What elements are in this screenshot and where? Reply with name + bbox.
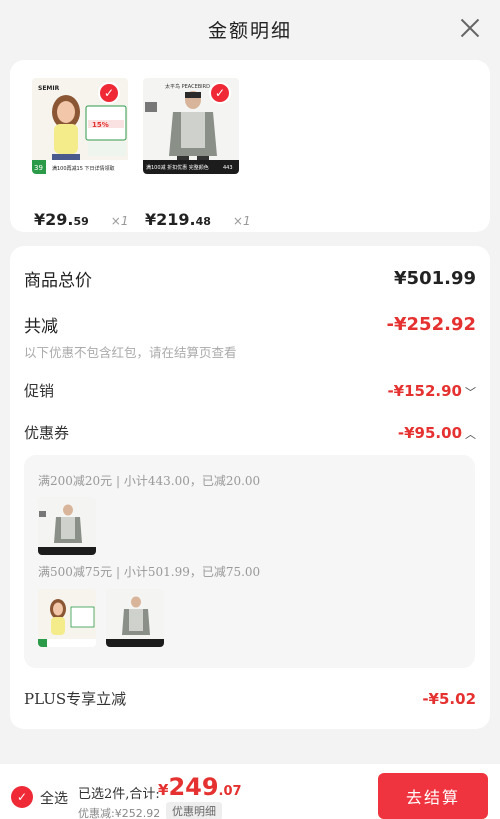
svg-text:39: 39: [34, 164, 43, 172]
total-label: 商品总价: [24, 271, 92, 291]
product-price: ¥219.48: [145, 210, 211, 229]
product-checkbox[interactable]: ✓: [98, 82, 120, 104]
product-price: ¥29.59: [34, 210, 89, 229]
product-qty: ×1: [232, 214, 251, 228]
price-summary: 商品总价 ¥501.99 共减 -¥252.92 以下优惠不包含红包，请在结算页…: [10, 246, 490, 729]
coupon-product-thumb[interactable]: [106, 589, 164, 647]
svg-text:满100减 折扣优惠 完整颜色: 满100减 折扣优惠 完整颜色: [146, 164, 209, 171]
product-qty: ×1: [110, 214, 129, 228]
svg-text:15%: 15%: [92, 121, 109, 129]
svg-text:SEMIR: SEMIR: [38, 85, 60, 92]
discount-summary: 优惠减:¥252.92: [78, 807, 161, 819]
discount-detail-button[interactable]: 优惠明细: [166, 802, 222, 819]
checkout-button[interactable]: 去结算: [378, 773, 488, 819]
close-icon[interactable]: [458, 16, 482, 40]
coupon-product-thumb[interactable]: [38, 497, 96, 555]
discount-note: 以下优惠不包含红包，请在结算页查看: [24, 345, 237, 360]
product-item-2[interactable]: 太平鸟 PEACEBIRD 满100减 折扣优惠 完整颜色 443 ✓ ¥219…: [143, 78, 251, 229]
product-item-1[interactable]: SEMIR 15% 39 满100再减15 下日详情领取 ✓ ¥29.59 ×1: [32, 78, 130, 229]
modal-header: 金额明细: [0, 0, 500, 58]
discount-row: 共减 -¥252.92: [24, 312, 476, 337]
product-image[interactable]: 太平鸟 PEACEBIRD 满100减 折扣优惠 完整颜色 443 ✓: [143, 78, 239, 174]
product-list: SEMIR 15% 39 满100再减15 下日详情领取 ✓ ¥29.59 ×1: [10, 60, 490, 232]
total-row: 商品总价 ¥501.99: [24, 266, 476, 291]
svg-text:太平鸟 PEACEBIRD: 太平鸟 PEACEBIRD: [165, 83, 210, 90]
page-title: 金额明细: [207, 19, 292, 42]
select-all-label[interactable]: 全选: [40, 788, 68, 808]
select-all-checkbox[interactable]: ✓: [11, 786, 33, 808]
discount-label: 共减: [24, 317, 58, 337]
promo-value: -¥152.90: [387, 382, 462, 400]
selected-count-text: 已选2件,合计:: [78, 787, 160, 802]
coupon-detail-box: 满200减20元 | 小计443.00，已减20.00 满500减75元 | 小…: [24, 455, 475, 668]
coupon-label: 优惠券: [24, 424, 70, 442]
plus-label: PLUS专享立减: [24, 690, 127, 708]
coupon-value: -¥95.00: [397, 424, 462, 442]
coupon-rule-1: 满200减20元 | 小计443.00，已减20.00: [38, 474, 261, 488]
coupon-rule-2: 满500减75元 | 小计501.99，已减75.00: [38, 565, 261, 579]
svg-text:满100再减15 下日详情领取: 满100再减15 下日详情领取: [52, 165, 115, 172]
plus-row: PLUS专享立减 -¥5.02: [24, 688, 476, 709]
svg-text:443: 443: [223, 165, 233, 171]
plus-value: -¥5.02: [422, 689, 476, 708]
product-image[interactable]: SEMIR 15% 39 满100再减15 下日详情领取 ✓: [32, 78, 128, 174]
total-price: ¥249.07: [158, 773, 242, 801]
coupon-row[interactable]: 优惠券 -¥95.00 ︿: [24, 422, 476, 443]
checkout-bar: ✓ 全选 已选2件,合计: ¥249.07 优惠减:¥252.92 优惠明细 去…: [0, 764, 500, 819]
promo-label: 促销: [24, 382, 55, 400]
discount-value: -¥252.92: [386, 314, 476, 335]
chevron-down-icon[interactable]: ﹀: [465, 386, 476, 399]
total-value: ¥501.99: [394, 268, 476, 289]
promo-row[interactable]: 促销 -¥152.90 ﹀: [24, 380, 476, 401]
coupon-product-thumb[interactable]: [38, 589, 96, 647]
chevron-up-icon[interactable]: ︿: [465, 428, 476, 441]
product-checkbox[interactable]: ✓: [209, 82, 231, 104]
